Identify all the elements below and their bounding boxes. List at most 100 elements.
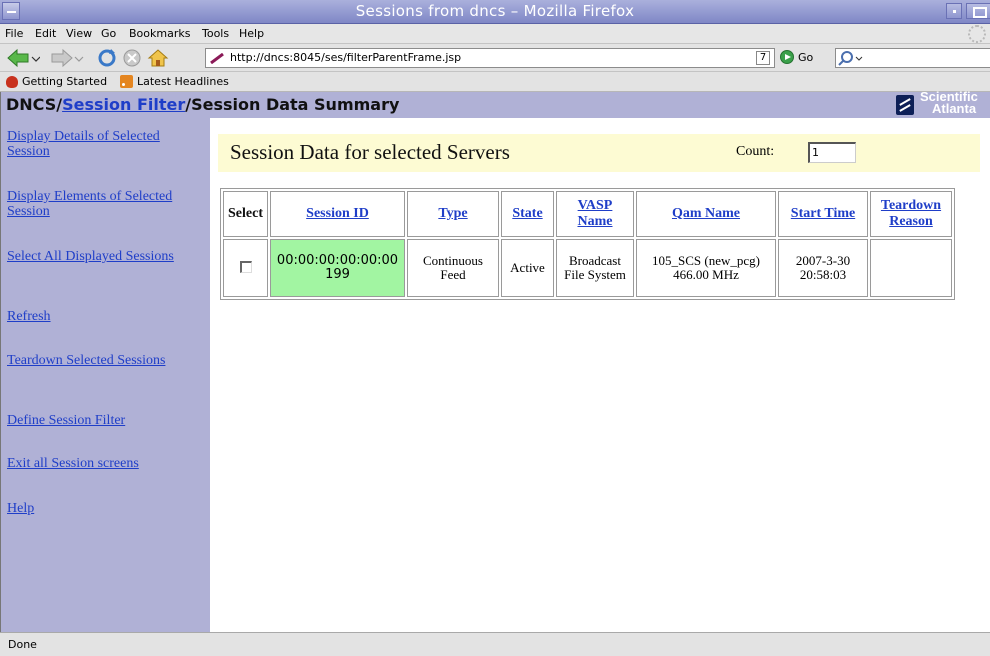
sort-qam-name-link[interactable]: Qam Name	[672, 206, 740, 221]
menu-view-label: View	[66, 27, 93, 40]
search-input[interactable]	[835, 48, 990, 68]
state-cell: Active	[501, 239, 554, 297]
menu-go[interactable]: Go	[101, 27, 116, 40]
home-button[interactable]	[147, 48, 169, 68]
menu-view[interactable]: View	[66, 27, 92, 40]
vasp-name-value: Broadcast File System	[564, 253, 626, 282]
activity-throbber-icon	[968, 25, 986, 43]
breadcrumb-suffix: /Session Data Summary	[185, 95, 400, 114]
session-filter-link[interactable]: Session Filter	[62, 95, 185, 114]
column-header-teardown-reason[interactable]: Teardown Reason	[870, 191, 952, 237]
logo-mark-icon	[896, 95, 914, 115]
go-icon	[780, 50, 794, 64]
sidebar-link-refresh[interactable]: Refresh	[7, 309, 177, 324]
session-data-banner: Session Data for selected Servers Count:…	[218, 134, 980, 172]
count-field[interactable]: 1	[808, 142, 856, 163]
search-icon	[838, 51, 863, 66]
main-content: Session Data for selected Servers Count:…	[210, 118, 990, 632]
start-time-cell: 2007-3-30 20:58:03	[778, 239, 868, 297]
sidebar-link-select-all[interactable]: Select All Displayed Sessions	[7, 249, 177, 264]
breadcrumb: DNCS/Session Filter/Session Data Summary	[6, 95, 399, 114]
reload-button[interactable]	[96, 48, 118, 68]
sidebar-link-display-elements[interactable]: Display Elements of Selected Session	[7, 189, 177, 219]
logo-text: Scientific Atlanta	[920, 90, 978, 115]
column-header-select: Select	[223, 191, 268, 237]
sidebar-link-exit-all[interactable]: Exit all Session screens	[7, 456, 207, 471]
qam-name-cell: 105_SCS (new_pcg) 466.00 MHz	[636, 239, 776, 297]
qam-name-value: 105_SCS (new_pcg) 466.00 MHz	[652, 253, 760, 282]
window-title: Sessions from dncs – Mozilla Firefox	[355, 2, 635, 20]
table-row[interactable]: 00:00:00:00:00:00 199 Continuous Feed Ac…	[223, 239, 952, 297]
menu-help-label: Help	[239, 27, 265, 40]
sort-state-link[interactable]: State	[512, 206, 542, 221]
breadcrumb-prefix: DNCS/	[6, 95, 63, 114]
session-id-cell[interactable]: 00:00:00:00:00:00 199	[270, 239, 405, 297]
menu-file[interactable]: File	[5, 27, 23, 40]
back-arrow-icon	[7, 48, 40, 68]
session-id-value: 00:00:00:00:00:00 199	[276, 253, 399, 282]
maximize-button[interactable]	[966, 3, 990, 19]
menu-tools-label: Tools	[202, 27, 230, 40]
sidebar-link-teardown[interactable]: Teardown Selected Sessions	[7, 353, 167, 368]
column-header-vasp-name[interactable]: VASP Name	[556, 191, 634, 237]
minimize-button[interactable]	[946, 3, 962, 19]
menu-bookmarks-label: Bookmarks	[129, 27, 191, 40]
go-label: Go	[798, 50, 814, 64]
sort-start-time-link[interactable]: Start Time	[791, 206, 855, 221]
menu-bar: File Edit View Go Bookmarks Tools Help	[0, 24, 990, 44]
sidebar-link-display-details[interactable]: Display Details of Selected Session	[7, 129, 177, 159]
menu-go-label: Go	[101, 27, 117, 40]
count-label: Count:	[736, 144, 775, 159]
stop-button[interactable]	[122, 48, 142, 68]
url-bar[interactable]: http://dncs:8045/ses/filterParentFrame.j…	[205, 48, 775, 68]
row-select-checkbox[interactable]	[239, 260, 252, 273]
sort-teardown-reason-link[interactable]: Teardown Reason	[876, 198, 946, 230]
sidebar: Display Details of Selected Session Disp…	[0, 118, 210, 632]
table-header-row: Select Session ID Type State VASP Name Q…	[223, 191, 952, 237]
home-icon	[147, 49, 169, 67]
sort-vasp-name-link[interactable]: VASP Name	[573, 198, 617, 230]
column-header-session-id[interactable]: Session ID	[270, 191, 405, 237]
bookmark-getting-started-label: Getting Started	[22, 75, 108, 88]
bookmark-latest-headlines[interactable]: Latest Headlines	[120, 75, 229, 88]
menu-file-label: File	[5, 27, 24, 40]
status-text: Done	[8, 638, 37, 651]
sessions-table: Select Session ID Type State VASP Name Q…	[220, 188, 955, 300]
reload-icon	[98, 49, 116, 67]
menu-bookmarks[interactable]: Bookmarks	[129, 27, 190, 40]
status-bar: Done	[0, 632, 990, 656]
column-header-start-time[interactable]: Start Time	[778, 191, 868, 237]
sidebar-link-define-filter[interactable]: Define Session Filter	[7, 413, 207, 428]
select-cell	[223, 239, 268, 297]
column-header-qam-name[interactable]: Qam Name	[636, 191, 776, 237]
vasp-name-cell: Broadcast File System	[556, 239, 634, 297]
url-text: http://dncs:8045/ses/filterParentFrame.j…	[230, 51, 462, 64]
teardown-reason-cell	[870, 239, 952, 297]
window-titlebar: Sessions from dncs – Mozilla Firefox	[0, 0, 990, 24]
menu-tools[interactable]: Tools	[202, 27, 229, 40]
url-dropdown-button[interactable]: 7	[756, 51, 770, 65]
page-title: Session Data for selected Servers	[230, 140, 510, 164]
column-header-type[interactable]: Type	[407, 191, 499, 237]
rss-feed-icon	[120, 75, 133, 88]
start-time-value: 2007-3-30 20:58:03	[795, 253, 851, 282]
type-value: Continuous Feed	[423, 253, 483, 282]
frame-border	[0, 92, 1, 632]
sort-session-id-link[interactable]: Session ID	[306, 206, 369, 221]
go-button[interactable]: Go	[780, 50, 813, 64]
page-header: DNCS/Session Filter/Session Data Summary…	[0, 90, 990, 118]
sort-type-link[interactable]: Type	[438, 206, 467, 221]
menu-edit[interactable]: Edit	[35, 27, 56, 40]
forward-arrow-icon	[51, 48, 84, 68]
bookmark-latest-headlines-label: Latest Headlines	[137, 75, 229, 88]
bookmark-getting-started[interactable]: Getting Started	[6, 75, 107, 88]
page-content: DNCS/Session Filter/Session Data Summary…	[0, 90, 990, 632]
navigation-toolbar: http://dncs:8045/ses/filterParentFrame.j…	[0, 44, 990, 72]
forward-button[interactable]	[50, 48, 84, 68]
back-button[interactable]	[6, 48, 40, 68]
sidebar-link-help[interactable]: Help	[7, 501, 67, 516]
bookmarks-toolbar: Getting Started Latest Headlines	[0, 72, 990, 92]
menu-help[interactable]: Help	[239, 27, 264, 40]
stop-icon	[123, 49, 141, 67]
column-header-state[interactable]: State	[501, 191, 554, 237]
